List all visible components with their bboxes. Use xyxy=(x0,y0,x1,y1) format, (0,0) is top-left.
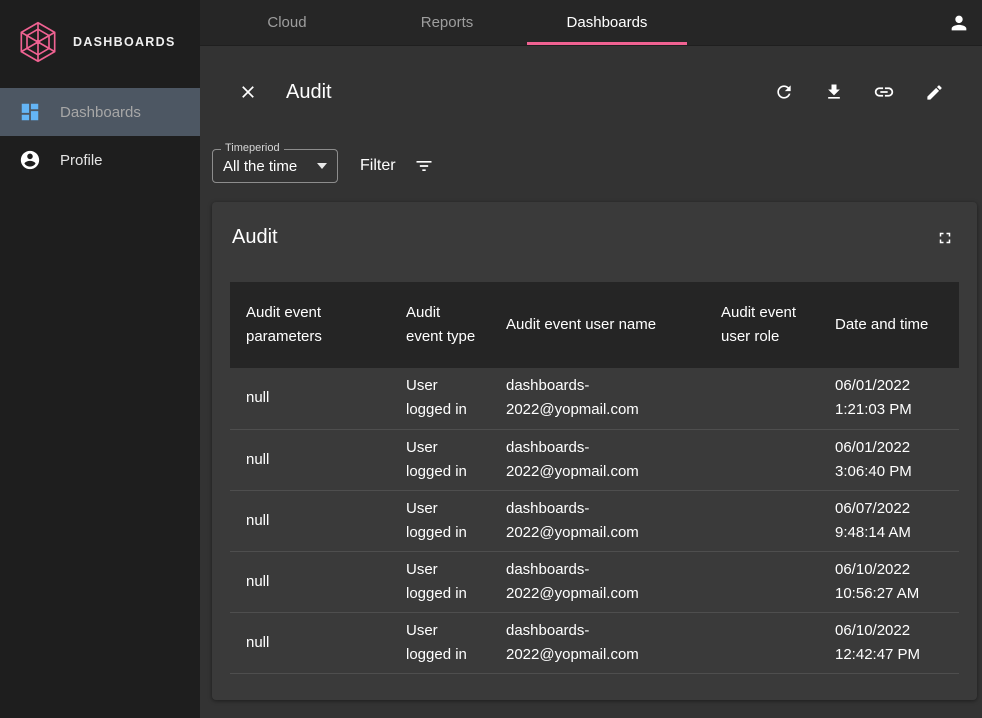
brand-name: DASHBOARDS xyxy=(73,35,176,49)
cell-user-name: dashboards-2022@yopmail.com xyxy=(490,612,705,673)
audit-table: Audit event parameters Audit event type … xyxy=(230,282,959,674)
page-title: Audit xyxy=(286,81,332,104)
cell-parameters: null xyxy=(230,551,390,612)
cell-parameters: null xyxy=(230,612,390,673)
link-icon[interactable] xyxy=(872,80,896,104)
column-header-user-name: Audit event user name xyxy=(490,282,705,368)
cell-user-name: dashboards-2022@yopmail.com xyxy=(490,490,705,551)
cell-type: User logged in xyxy=(390,490,490,551)
cell-user-role xyxy=(705,429,819,490)
table-body: null User logged in dashboards-2022@yopm… xyxy=(230,368,959,673)
chevron-down-icon xyxy=(317,163,327,169)
card-title: Audit xyxy=(232,226,278,249)
cell-user-name: dashboards-2022@yopmail.com xyxy=(490,368,705,429)
filter-row: Timeperiod All the time Filter xyxy=(200,148,982,184)
cell-user-name: dashboards-2022@yopmail.com xyxy=(490,551,705,612)
cell-datetime: 06/01/2022 1:21:03 PM xyxy=(819,368,959,429)
cell-datetime: 06/01/2022 3:06:40 PM xyxy=(819,429,959,490)
close-icon[interactable] xyxy=(236,80,260,104)
cell-user-role xyxy=(705,368,819,429)
fullscreen-icon[interactable] xyxy=(933,226,957,250)
cell-parameters: null xyxy=(230,490,390,551)
timeperiod-label: Timeperiod xyxy=(221,142,284,154)
user-account-icon[interactable] xyxy=(948,0,982,45)
tab-bar: Cloud Reports Dashboards xyxy=(207,0,687,45)
cell-type: User logged in xyxy=(390,429,490,490)
cell-type: User logged in xyxy=(390,551,490,612)
sidebar: DASHBOARDS Dashboards Profile xyxy=(0,0,200,718)
sidebar-nav: Dashboards Profile xyxy=(0,88,200,184)
edit-icon[interactable] xyxy=(922,80,946,104)
page-header: Audit xyxy=(200,74,982,110)
table-row: null User logged in dashboards-2022@yopm… xyxy=(230,612,959,673)
cell-user-role xyxy=(705,551,819,612)
tab-cloud[interactable]: Cloud xyxy=(207,0,367,45)
sidebar-item-dashboards[interactable]: Dashboards xyxy=(0,88,200,136)
cell-datetime: 06/10/2022 10:56:27 AM xyxy=(819,551,959,612)
cell-parameters: null xyxy=(230,429,390,490)
table-row: null User logged in dashboards-2022@yopm… xyxy=(230,429,959,490)
brand: DASHBOARDS xyxy=(0,0,200,88)
filter-icon xyxy=(414,156,434,176)
cell-user-name: dashboards-2022@yopmail.com xyxy=(490,429,705,490)
audit-card: Audit Audit event parameters Audit event… xyxy=(212,202,977,700)
column-header-parameters: Audit event parameters xyxy=(230,282,390,368)
profile-icon xyxy=(18,148,42,172)
cell-user-role xyxy=(705,612,819,673)
table-header: Audit event parameters Audit event type … xyxy=(230,282,959,368)
table-row: null User logged in dashboards-2022@yopm… xyxy=(230,368,959,429)
timeperiod-value: All the time xyxy=(223,158,297,175)
cell-datetime: 06/07/2022 9:48:14 AM xyxy=(819,490,959,551)
cell-datetime: 06/10/2022 12:42:47 PM xyxy=(819,612,959,673)
cell-user-role xyxy=(705,490,819,551)
cell-parameters: null xyxy=(230,368,390,429)
card-header: Audit xyxy=(230,226,959,250)
sidebar-item-label: Dashboards xyxy=(60,104,141,121)
tab-reports[interactable]: Reports xyxy=(367,0,527,45)
download-icon[interactable] xyxy=(822,80,846,104)
column-header-datetime: Date and time xyxy=(819,282,959,368)
cell-type: User logged in xyxy=(390,368,490,429)
timeperiod-select[interactable]: Timeperiod All the time xyxy=(212,149,338,183)
page-header-actions xyxy=(772,80,946,104)
topbar: Cloud Reports Dashboards xyxy=(200,0,982,46)
column-header-user-role: Audit event user role xyxy=(705,282,819,368)
app-window: DASHBOARDS Dashboards Profile Cloud Repo… xyxy=(0,0,982,718)
dashboard-icon xyxy=(18,100,42,124)
tab-dashboards[interactable]: Dashboards xyxy=(527,0,687,45)
filter-label: Filter xyxy=(360,157,396,175)
sidebar-item-label: Profile xyxy=(60,152,103,169)
filter-button[interactable]: Filter xyxy=(360,156,434,176)
table-row: null User logged in dashboards-2022@yopm… xyxy=(230,490,959,551)
sidebar-item-profile[interactable]: Profile xyxy=(0,136,200,184)
cell-type: User logged in xyxy=(390,612,490,673)
refresh-icon[interactable] xyxy=(772,80,796,104)
main-area: Cloud Reports Dashboards Audit xyxy=(200,0,982,718)
brand-logo-icon xyxy=(16,20,60,64)
table-row: null User logged in dashboards-2022@yopm… xyxy=(230,551,959,612)
column-header-type: Audit event type xyxy=(390,282,490,368)
